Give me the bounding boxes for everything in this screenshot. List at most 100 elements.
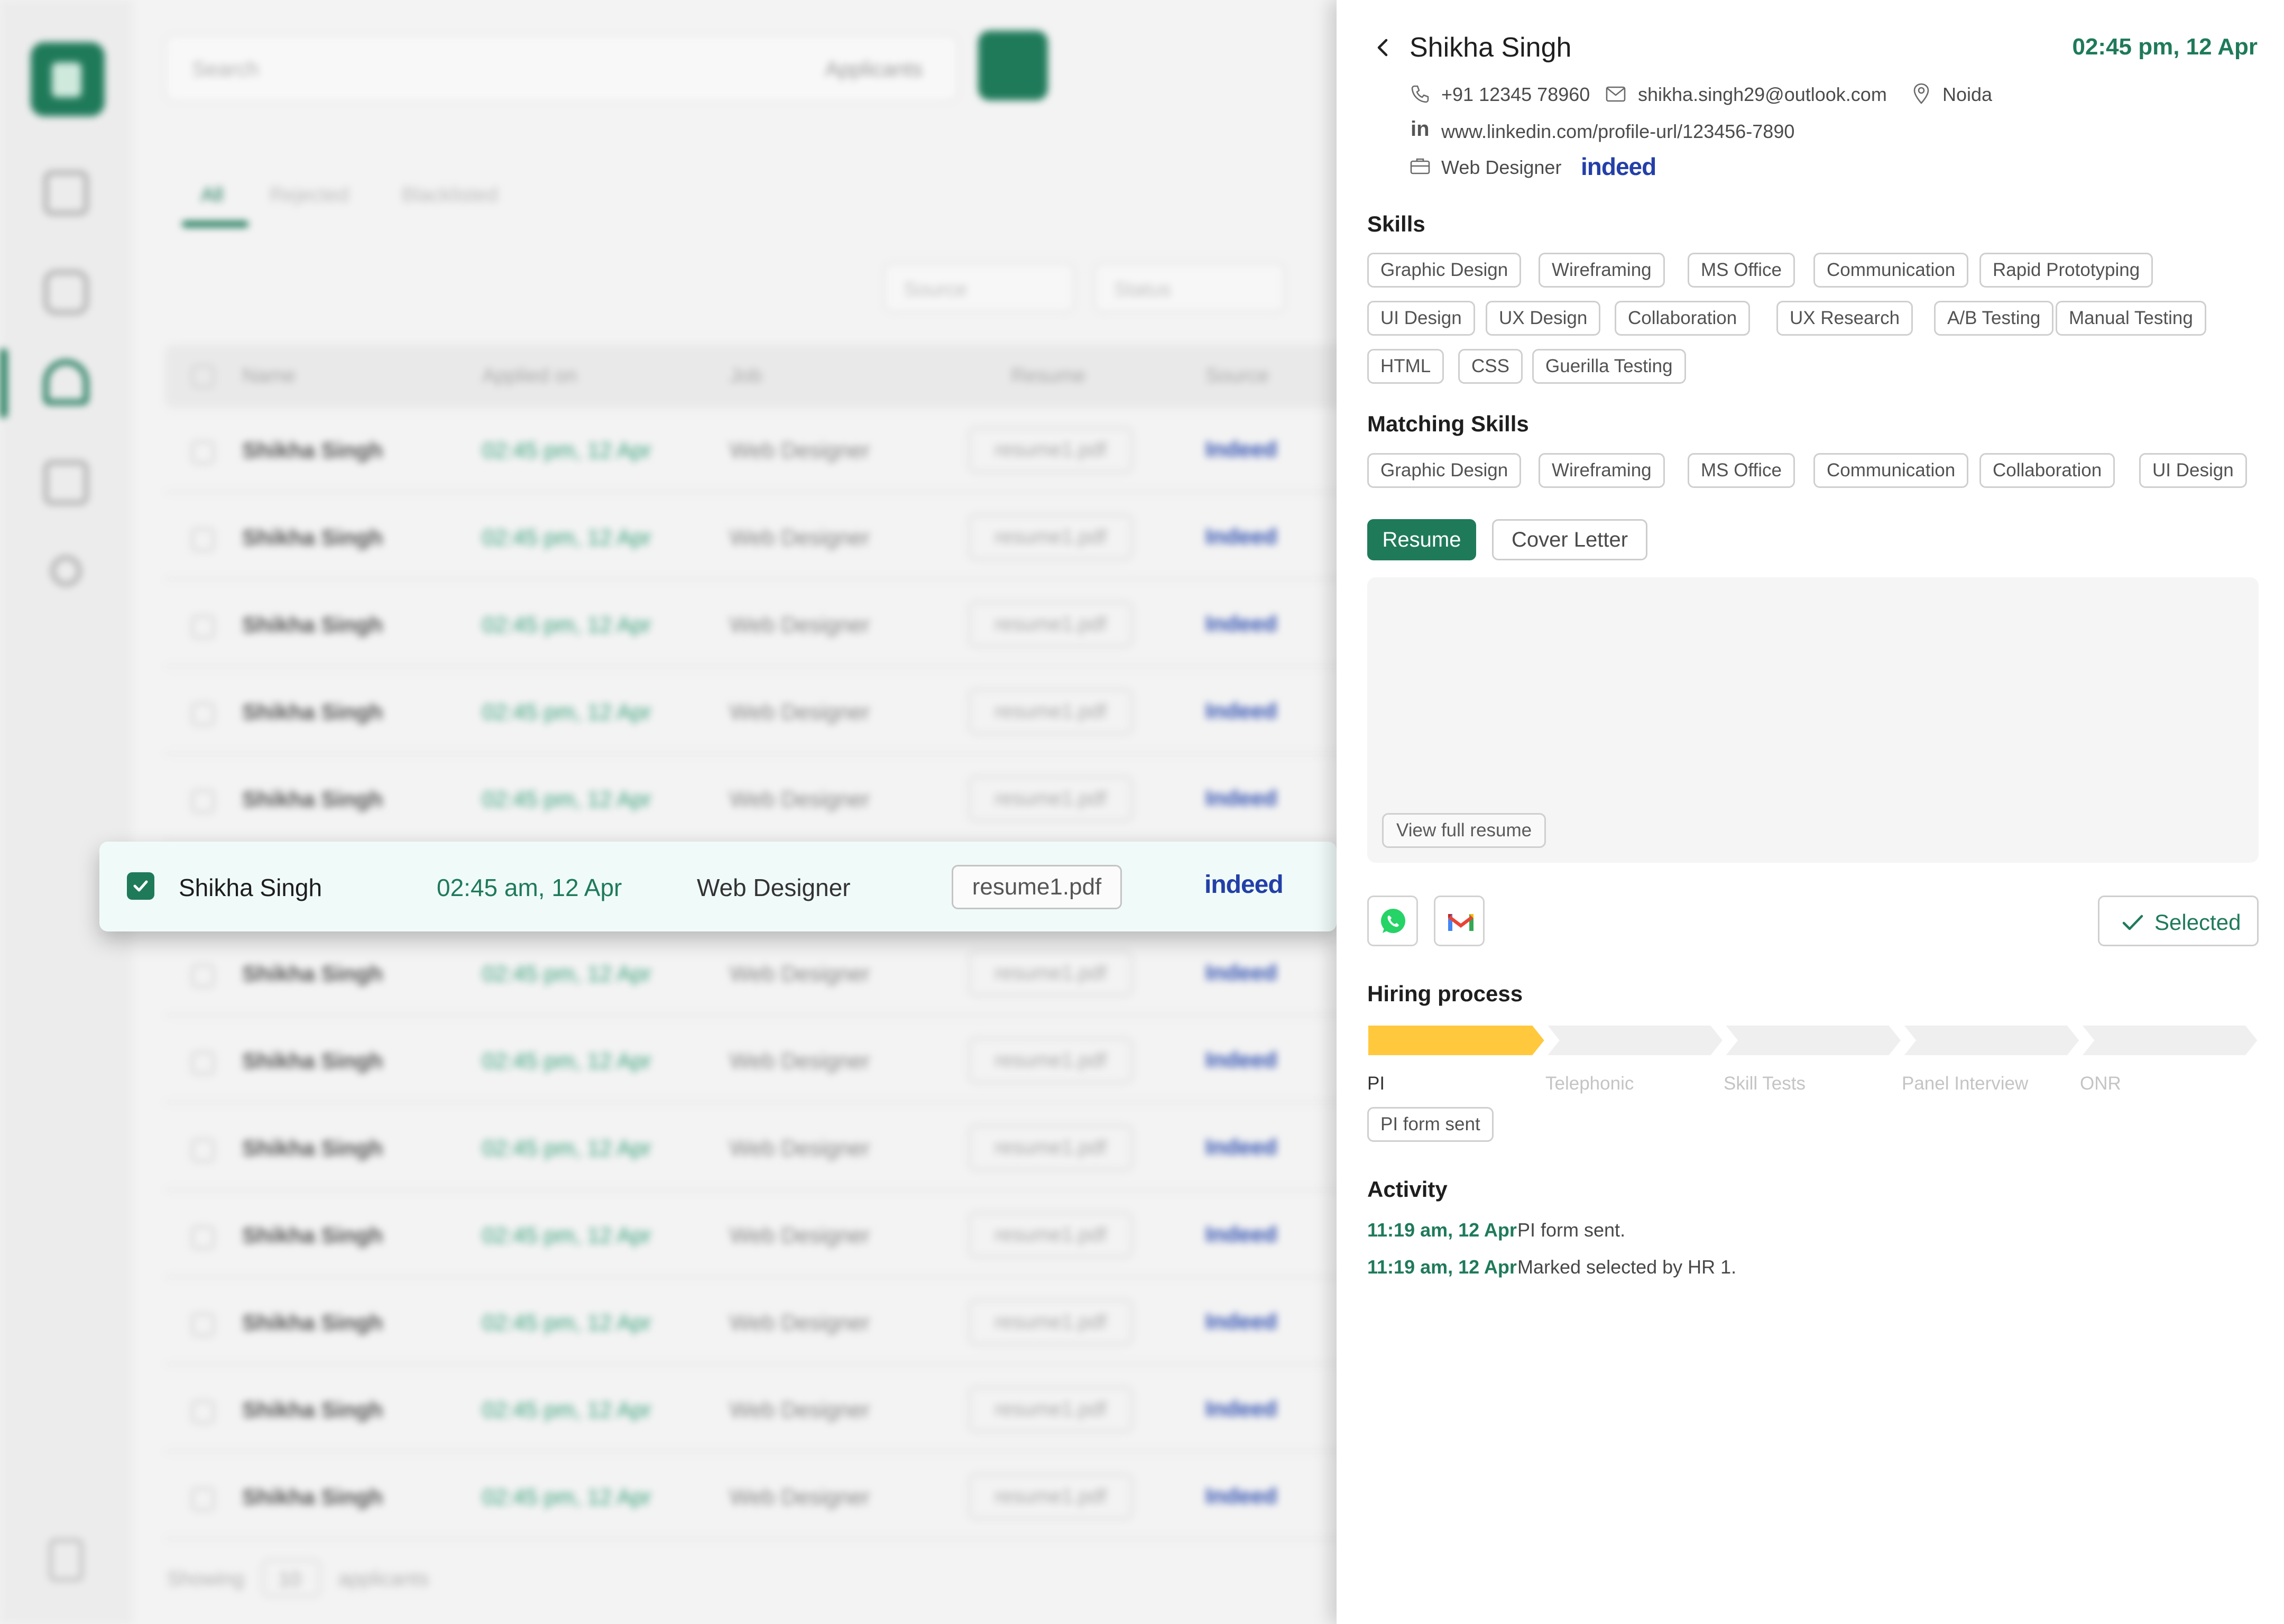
search-input[interactable]: Search (192, 58, 259, 81)
applicant-name: Shikha Singh (242, 1048, 383, 1073)
table-row[interactable]: Shikha Singh 02:45 pm, 12 Apr Web Designer… (165, 931, 1355, 1016)
briefcase-icon (1410, 158, 1430, 174)
resume-file-button[interactable]: resume1.pdf (969, 689, 1132, 734)
select-all-checkbox[interactable] (191, 365, 215, 388)
stage-segment (1722, 1025, 1904, 1056)
resume-file-button[interactable]: resume1.pdf (969, 1387, 1132, 1432)
tab-cover-letter[interactable]: Cover Letter (1492, 519, 1647, 560)
matching-skill-chip: UI Design (2139, 453, 2247, 488)
applied-date: 02:45 pm, 12 Apr (482, 612, 651, 637)
activity-heading: Activity (1367, 1177, 1448, 1202)
skill-chip: UI Design (1367, 301, 1475, 336)
skill-chip: Guerilla Testing (1532, 349, 1686, 384)
email-address[interactable]: shikha.singh29@outlook.com (1638, 84, 1887, 106)
skill-chip: CSS (1458, 349, 1523, 384)
resume-file-button[interactable]: resume1.pdf (969, 1474, 1132, 1519)
whatsapp-button[interactable] (1367, 896, 1418, 946)
tab-all[interactable]: All (201, 184, 223, 207)
tools-icon[interactable] (50, 555, 82, 587)
job-title: Web Designer (730, 1223, 870, 1248)
location: Noida (1942, 84, 1993, 105)
table-row[interactable]: Shikha Singh 02:45 pm, 12 Apr Web Designer… (165, 495, 1355, 580)
dashboard-icon[interactable] (43, 170, 89, 216)
app-logo[interactable] (31, 42, 105, 116)
page-size-select[interactable]: 10 (262, 1560, 320, 1597)
table-row[interactable]: Shikha Singh 02:45 pm, 12 Apr Web Designer… (165, 757, 1355, 842)
table-row[interactable]: Shikha Singh 02:45 pm, 12 Apr Web Designer… (165, 1368, 1355, 1452)
skill-chip: A/B Testing (1934, 301, 2054, 336)
job-title: Web Designer (730, 1136, 870, 1160)
table-row[interactable]: Shikha Singh 02:45 pm, 12 Apr Web Designer… (165, 1106, 1355, 1191)
tab-rejected[interactable]: Rejected (270, 184, 349, 207)
resume-file-button[interactable]: resume1.pdf (969, 514, 1132, 560)
resume-file-button[interactable]: resume1.pdf (969, 602, 1132, 647)
row-checkbox[interactable] (191, 1051, 215, 1075)
resume-file-button[interactable]: resume1.pdf (969, 951, 1132, 996)
view-full-resume-button[interactable]: View full resume (1382, 813, 1546, 848)
skill-chip: UX Research (1776, 301, 1913, 336)
resume-file-button[interactable]: resume1.pdf (969, 1299, 1132, 1345)
selected-status-button[interactable]: Selected (2098, 896, 2259, 946)
panel-applied-time: 02:45 pm, 12 Apr (2072, 34, 2258, 60)
calendar-icon[interactable] (43, 460, 89, 505)
tab-resume[interactable]: Resume (1367, 519, 1476, 560)
applied-date: 02:45 pm, 12 Apr (482, 438, 651, 463)
applied-date: 02:45 am, 12 Apr (437, 874, 622, 901)
search-button[interactable] (978, 31, 1048, 100)
jobs-icon[interactable] (43, 270, 89, 315)
col-job[interactable]: Job (730, 365, 762, 387)
search-scope-select[interactable]: Applicants (825, 58, 923, 81)
logout-icon[interactable] (49, 1538, 84, 1582)
table-row[interactable]: Shikha Singh 02:45 pm, 12 Apr Web Designer… (165, 1280, 1355, 1365)
row-checkbox[interactable] (191, 703, 215, 726)
table-row[interactable]: Shikha Singh 02:45 pm, 12 Apr Web Designer… (165, 408, 1355, 493)
status-filter[interactable]: Status (1094, 263, 1285, 312)
tab-blacklisted[interactable]: Blacklisted (402, 184, 498, 207)
col-resume: Resume (1011, 365, 1086, 387)
col-name[interactable]: Name (242, 365, 296, 387)
applicant-name: Shikha Singh (179, 874, 323, 901)
chevron-left-icon[interactable] (1373, 37, 1394, 58)
linkedin-url[interactable]: www.linkedin.com/profile-url/123456-7890 (1441, 121, 1794, 143)
stage-segment (1367, 1025, 1547, 1056)
source-filter[interactable]: Source (884, 263, 1074, 312)
row-checkbox[interactable] (191, 790, 215, 813)
resume-preview: View full resume (1367, 577, 2259, 863)
selected-applicant-row[interactable]: Shikha Singh 02:45 am, 12 Apr Web Design… (99, 842, 1337, 931)
matching-skill-chip: MS Office (1688, 453, 1795, 488)
row-checkbox[interactable] (191, 528, 215, 551)
resume-file-button[interactable]: resume1.pdf (969, 427, 1132, 473)
row-checkbox[interactable] (191, 1226, 215, 1249)
source-indeed-logo: Indeed (1205, 1483, 1277, 1508)
applicant-detail-panel: Shikha Singh 02:45 pm, 12 Apr +91 12345 … (1337, 0, 2284, 1624)
stage-label: PI (1367, 1073, 1385, 1094)
row-checkbox[interactable] (191, 1139, 215, 1162)
resume-file-button[interactable]: resume1.pdf (969, 776, 1132, 822)
table-row[interactable]: Shikha Singh 02:45 pm, 12 Apr Web Designer… (165, 670, 1355, 754)
job-title: Web Designer (1441, 156, 1562, 178)
resume-file-button[interactable]: resume1.pdf (969, 1212, 1132, 1258)
table-row[interactable]: Shikha Singh 02:45 pm, 12 Apr Web Designer… (165, 1019, 1355, 1103)
resume-file-button[interactable]: resume1.pdf (969, 1038, 1132, 1083)
resume-file-button[interactable]: resume1.pdf (952, 865, 1122, 909)
row-checkbox[interactable] (191, 1400, 215, 1424)
gmail-button[interactable] (1434, 896, 1485, 946)
job-title: Web Designer (730, 699, 870, 724)
skill-chip: HTML (1367, 349, 1444, 384)
table-row[interactable]: Shikha Singh 02:45 pm, 12 Apr Web Designer… (165, 583, 1355, 667)
applicants-icon[interactable] (43, 359, 89, 405)
resume-file-button[interactable]: resume1.pdf (969, 1125, 1132, 1170)
row-checkbox[interactable] (191, 441, 215, 464)
phone-number[interactable]: +91 12345 78960 (1441, 84, 1590, 106)
checkmark-icon (2122, 915, 2143, 930)
row-checkbox[interactable] (127, 872, 154, 900)
source-indeed-logo: Indeed (1205, 1047, 1277, 1072)
row-checkbox[interactable] (191, 1488, 215, 1511)
search-bar[interactable]: Search Applicants (165, 35, 958, 102)
table-row[interactable]: Shikha Singh 02:45 pm, 12 Apr Web Designer… (165, 1193, 1355, 1278)
col-applied-on[interactable]: Applied on (482, 365, 577, 387)
table-row[interactable]: Shikha Singh 02:45 pm, 12 Apr Web Designer… (165, 1455, 1355, 1539)
row-checkbox[interactable] (191, 964, 215, 988)
row-checkbox[interactable] (191, 615, 215, 639)
row-checkbox[interactable] (191, 1313, 215, 1336)
